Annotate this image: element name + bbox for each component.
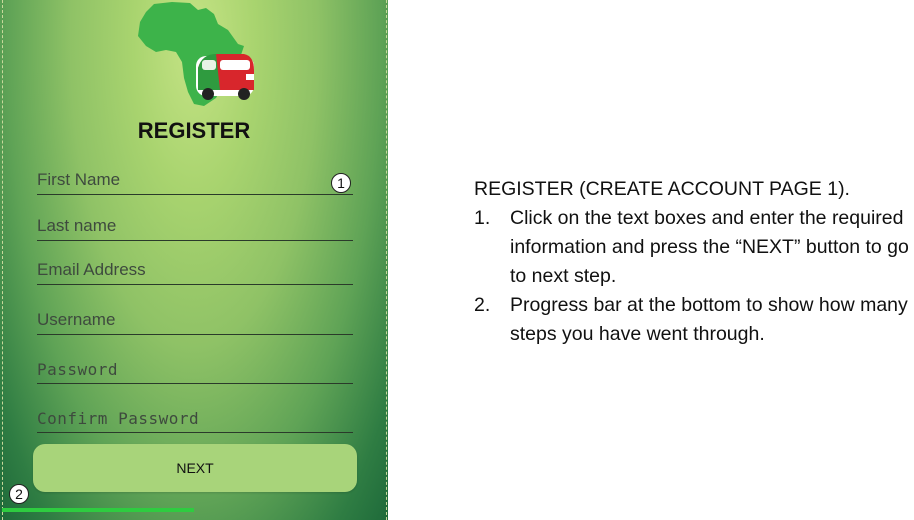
first-name-field[interactable]: First Name — [37, 168, 353, 195]
instruction-text: Click on the text boxes and enter the re… — [510, 207, 909, 287]
instructions-panel: REGISTER (CREATE ACCOUNT PAGE 1). 1. Cli… — [474, 175, 910, 349]
first-name-placeholder: First Name — [37, 170, 121, 189]
confirm-password-field[interactable]: Confirm Password — [37, 406, 353, 433]
username-placeholder: Username — [37, 310, 116, 329]
instruction-text: Progress bar at the bottom to show how m… — [510, 294, 908, 345]
password-field[interactable]: Password — [37, 357, 353, 384]
screen-edge-right — [386, 0, 387, 520]
last-name-field[interactable]: Last name — [37, 214, 353, 241]
taxi-van-icon — [196, 54, 254, 100]
confirm-password-placeholder: Confirm Password — [37, 409, 200, 428]
email-placeholder: Email Address — [37, 260, 146, 279]
instruction-number: 2. — [474, 294, 491, 316]
username-field[interactable]: Username — [37, 308, 353, 335]
instruction-number: 1. — [474, 207, 491, 229]
progress-bar-fill — [2, 508, 194, 512]
next-button[interactable]: NEXT — [33, 444, 357, 492]
email-field[interactable]: Email Address — [37, 258, 353, 285]
instruction-item: 2. Progress bar at the bottom to show ho… — [474, 291, 910, 349]
password-placeholder: Password — [37, 360, 119, 379]
instruction-item: 1. Click on the text boxes and enter the… — [474, 204, 910, 291]
app-logo — [138, 2, 254, 106]
app-screen: REGISTER First Name Last name Email Addr… — [0, 0, 388, 520]
page-title: REGISTER — [137, 118, 251, 143]
instructions-heading: REGISTER (CREATE ACCOUNT PAGE 1). — [474, 178, 850, 200]
last-name-placeholder: Last name — [37, 216, 117, 235]
callout-marker-1: 1 — [331, 173, 351, 193]
screen-edge-left — [2, 0, 3, 520]
instructions-list: 1. Click on the text boxes and enter the… — [474, 204, 910, 349]
callout-marker-2: 2 — [9, 484, 29, 504]
progress-bar — [2, 508, 386, 512]
